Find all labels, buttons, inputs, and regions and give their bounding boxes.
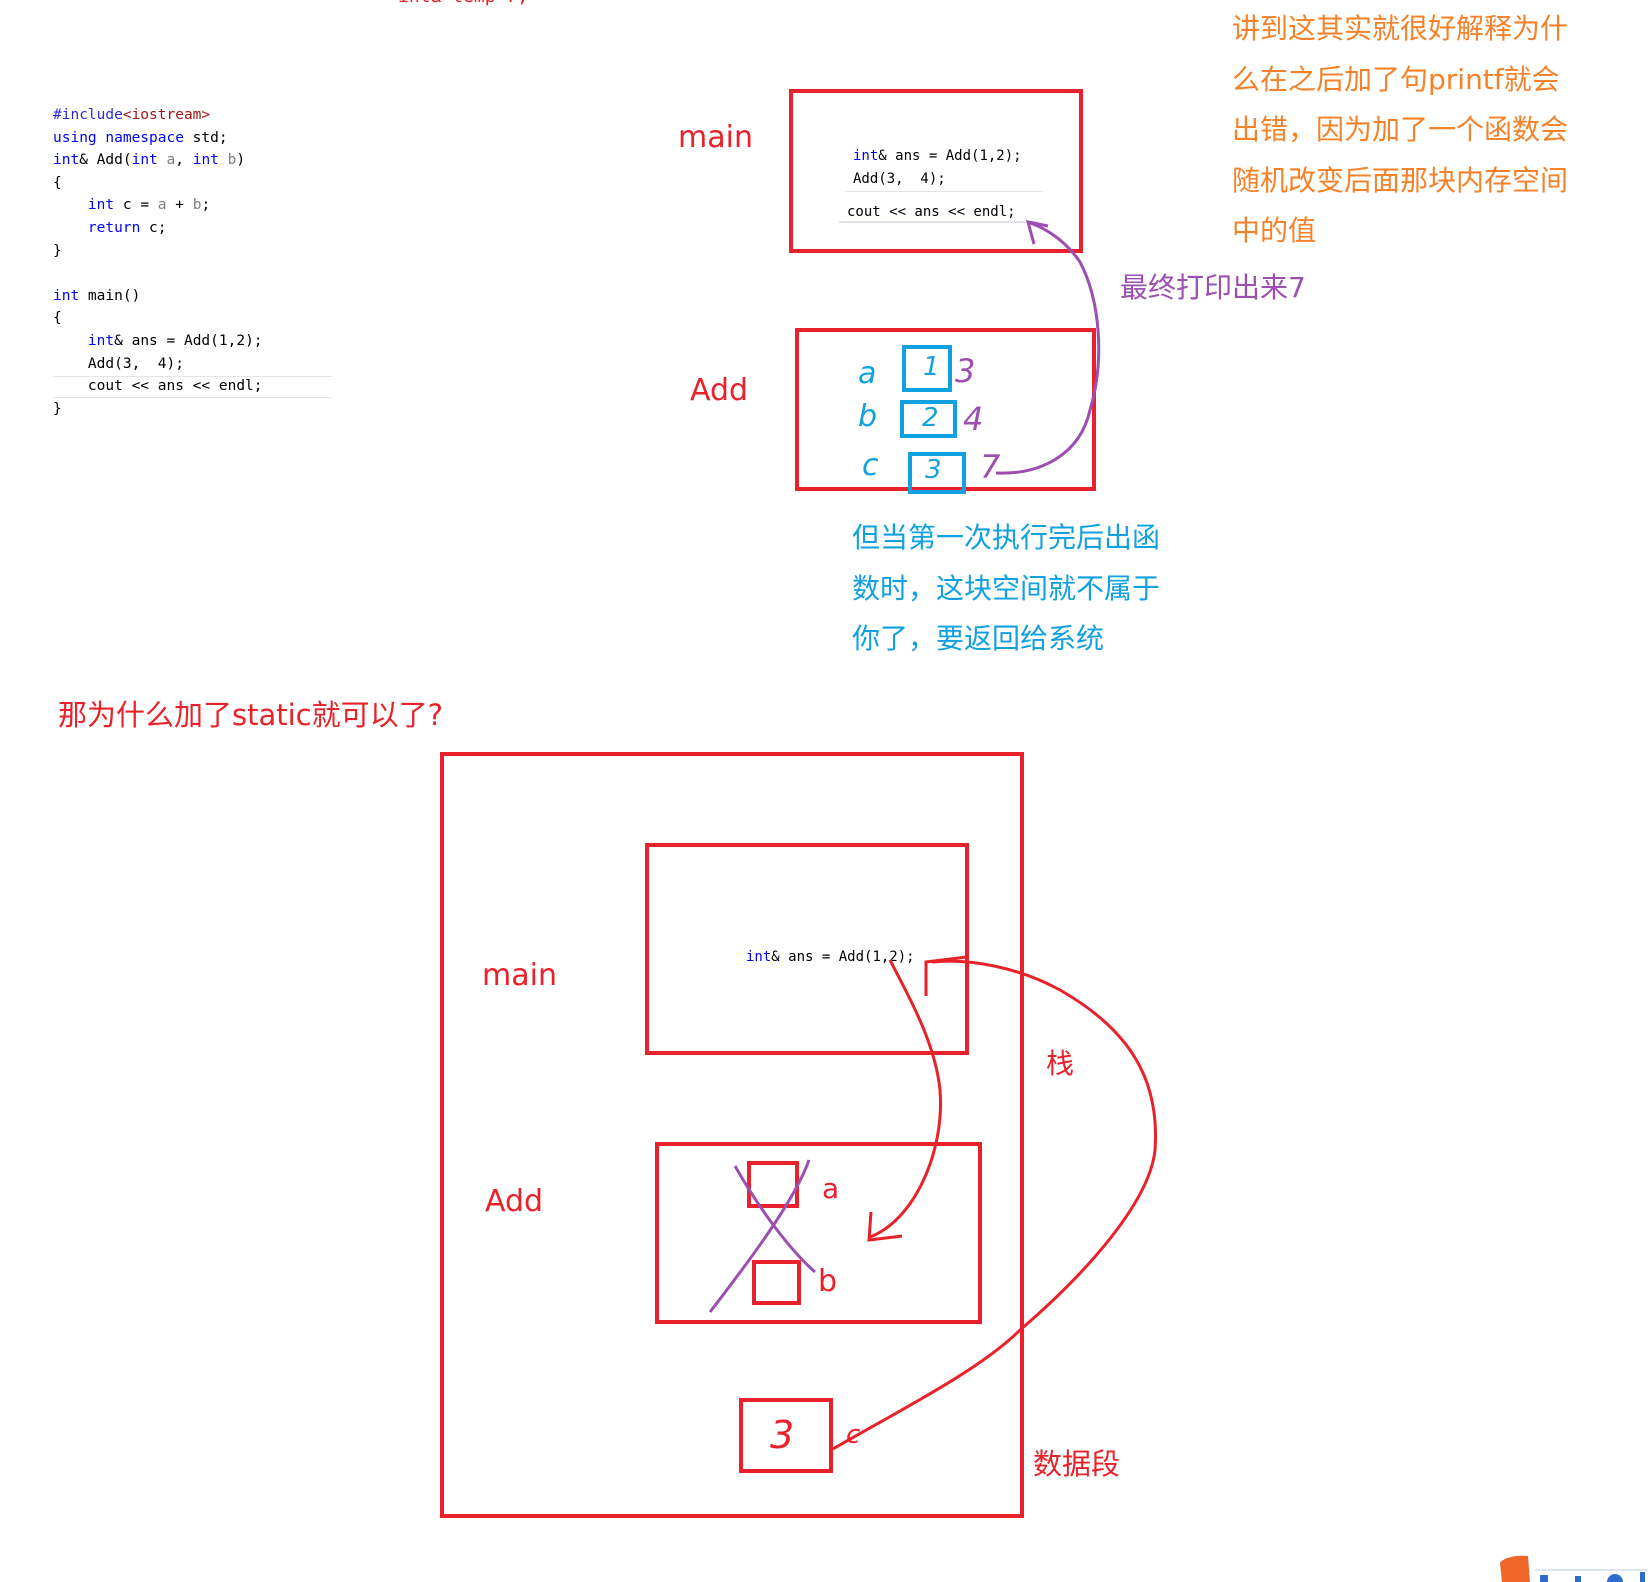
static-var-box (739, 1398, 833, 1473)
watermark-glyph-icon (1640, 1572, 1645, 1582)
watermark-glyph-icon (1575, 1576, 1581, 1582)
cell-b-box (900, 400, 957, 438)
cell-c-box (908, 452, 966, 494)
cross-out-stroke-2 (708, 1159, 811, 1313)
cell-b-box-bottom (752, 1260, 801, 1305)
cell-a-box (902, 345, 952, 392)
call-arrow-curve (869, 959, 943, 1239)
purple-arrow-head (1025, 220, 1049, 245)
watermark-dot-icon (1607, 1574, 1623, 1582)
diagram-strokes (440, 89, 1648, 1582)
memory-outer-frame (440, 752, 1024, 1518)
reference-arrow-curve (832, 959, 1158, 1451)
bottom-add-frame (655, 1142, 982, 1324)
watermark-glyph-icon (1540, 1575, 1548, 1582)
purple-arrow-curve (995, 221, 1101, 475)
watermark-logo-icon (1500, 1555, 1530, 1582)
top-add-frame (795, 328, 1096, 491)
